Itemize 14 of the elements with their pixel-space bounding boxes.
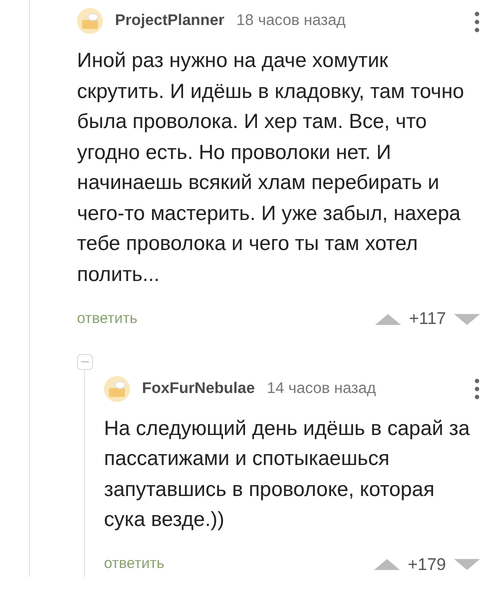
comment-text: На следующий день идёшь в сарай за пассатижами и спотыкаешься запутавшись в проволоке, которая сука везде.)) [104, 416, 471, 533]
rating: +117 [408, 308, 446, 330]
avatar-icon[interactable] [104, 376, 130, 402]
collapse-button[interactable] [77, 354, 93, 370]
rating: +179 [408, 554, 446, 576]
comment-time: 18 часов назад [236, 11, 346, 32]
comment-time: 14 часов назад [266, 378, 376, 399]
author-name[interactable]: FoxFurNebulae [142, 376, 255, 400]
more-options-icon[interactable] [474, 378, 480, 400]
avatar-icon[interactable] [77, 8, 103, 34]
comment-text: Иной раз нужно на даче хомутик скрутить. И идёшь в кладовку, там точно была проволока. И хер там. Все, что угодно есть. Но проволоки нет. И начинаешь всякий хлам перебирать и чего-то мастерить. И уже забыл, нахера тебе проволока и чего ты там хотел полить... [77, 48, 466, 288]
author-name[interactable]: ProjectPlanner [115, 9, 224, 33]
more-options-icon[interactable] [474, 10, 480, 32]
minus-icon [81, 360, 89, 362]
